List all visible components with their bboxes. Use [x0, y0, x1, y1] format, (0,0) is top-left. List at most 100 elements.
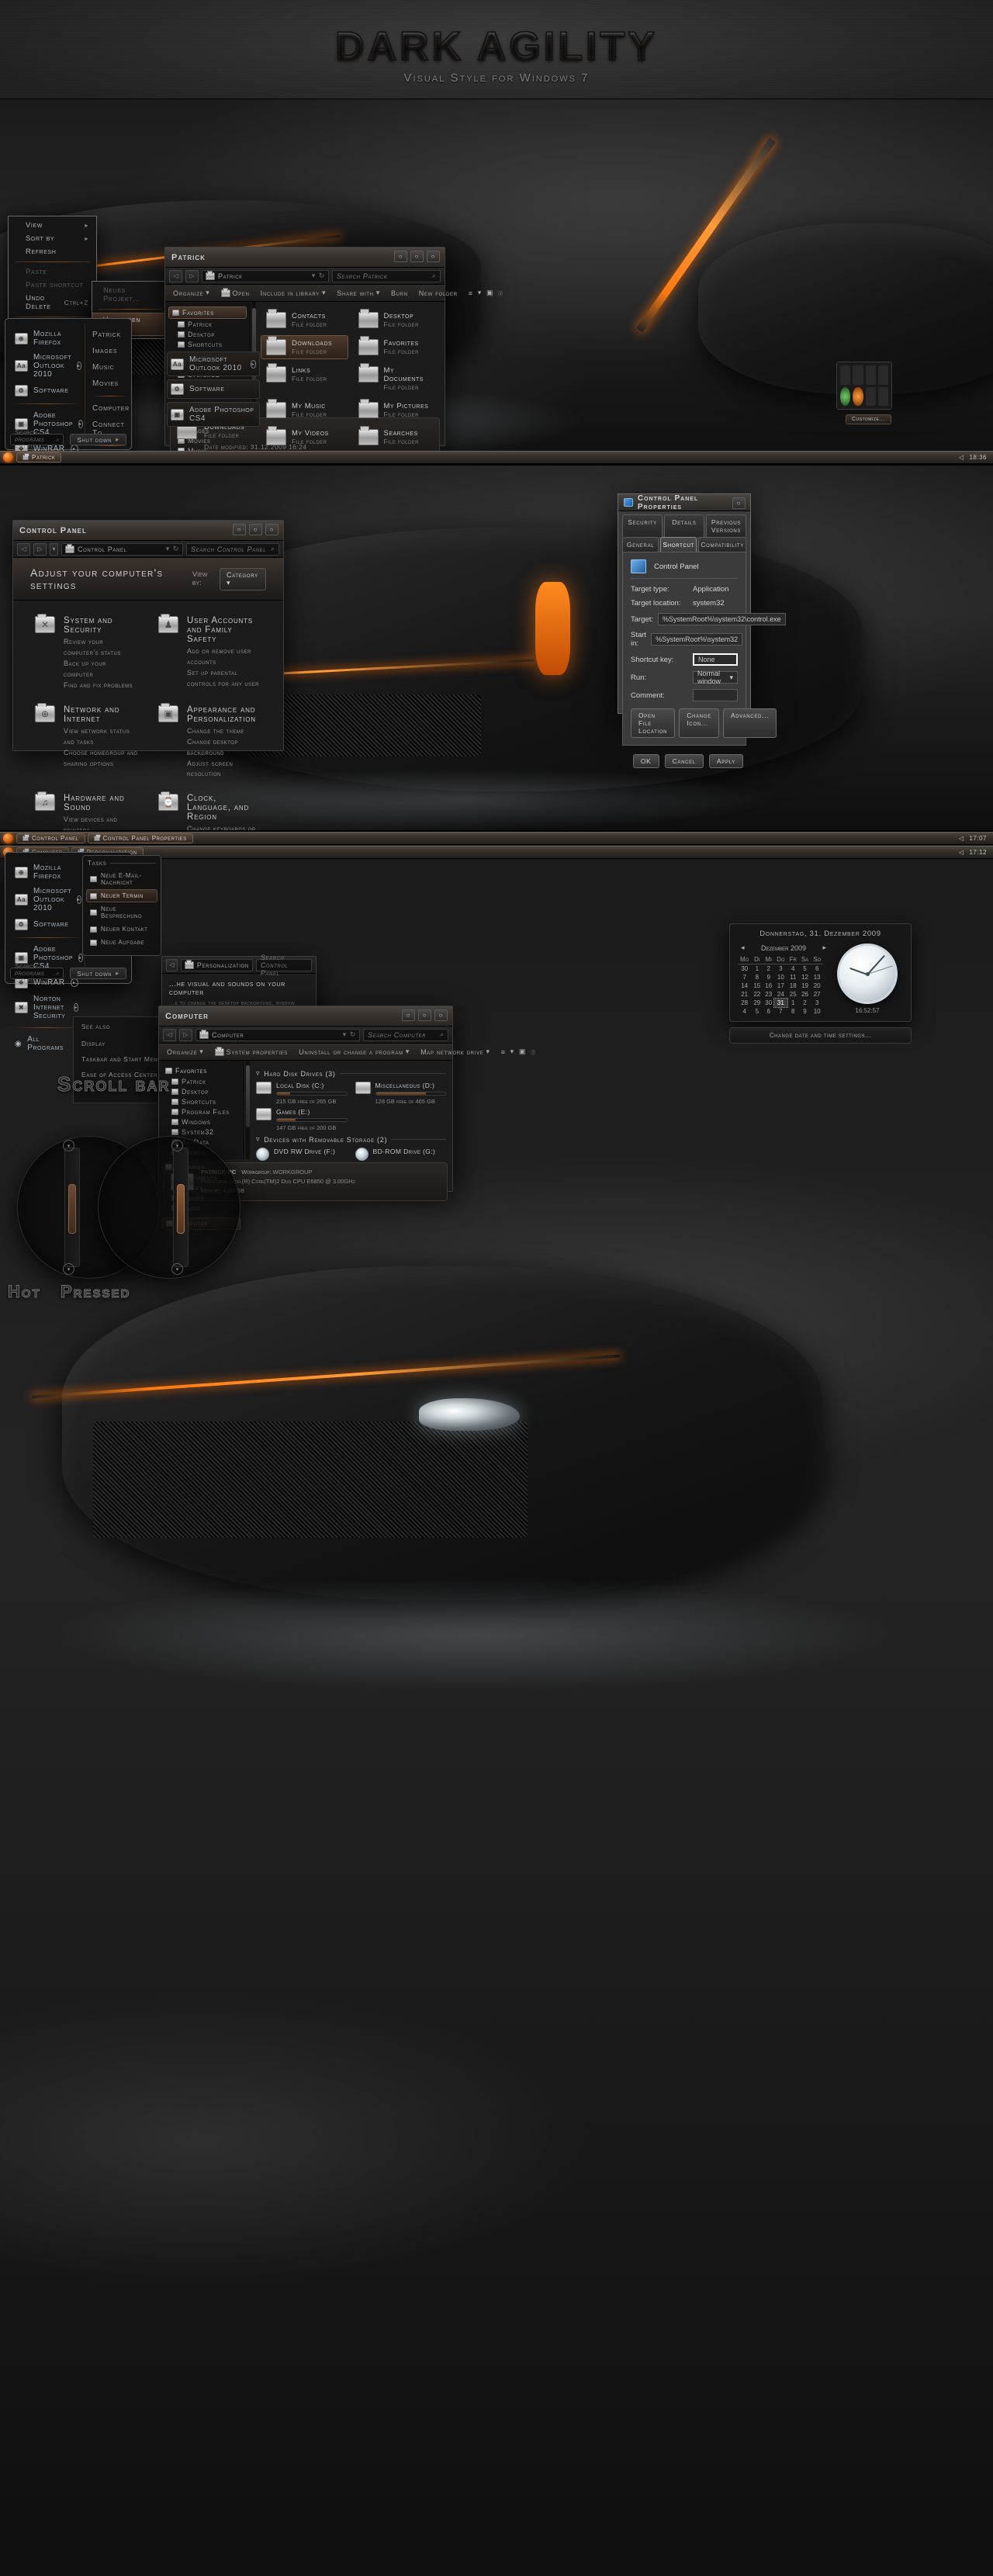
dropdown-icon[interactable]: ▾	[166, 545, 170, 553]
start-menu-app-microsoft-outlook-2010[interactable]: Aa Microsoft Outlook 2010 ▸	[12, 884, 81, 916]
category-link[interactable]: Find and fix problems	[64, 680, 138, 691]
nav-item-windows[interactable]: Windows	[162, 1117, 240, 1127]
drive-item[interactable]: Miscellaneous (D:) 128 GB free of 465 GB	[355, 1082, 446, 1105]
system-tray[interactable]: ◁ 17:07	[959, 835, 993, 842]
back-button[interactable]: ◁	[166, 958, 178, 971]
taskbar-button-control-panel-properties[interactable]: Control Panel Properties	[87, 833, 193, 843]
field-input-target-[interactable]: %SystemRoot%\system32\control.exe	[658, 613, 786, 625]
calendar-day[interactable]: 12	[799, 973, 811, 982]
category-link[interactable]: Adjust screen resolution	[187, 759, 261, 781]
close-button[interactable]: ○	[434, 1009, 448, 1021]
control-panel-category[interactable]: ♫ Hardware and Sound View devices and prin…	[35, 791, 138, 830]
nav-item-program-files[interactable]: Program Files	[162, 1106, 240, 1117]
gadget-tile[interactable]	[877, 386, 888, 406]
calendar-day[interactable]: 31	[773, 998, 788, 1008]
scrollbar-thumb-hot[interactable]	[68, 1184, 76, 1234]
drive-sections[interactable]: ▿ Hard Disk Drives (3) Local Disk (C:) 215 …	[250, 1061, 452, 1161]
context-submenu-item[interactable]: Neues Projekt...	[92, 284, 168, 306]
chevron-right-icon[interactable]: ▸	[77, 895, 81, 904]
gadget-tile[interactable]	[865, 386, 876, 406]
tasks-flyout[interactable]: Tasks Neue E-Mail-Nachricht Neuer Termin N…	[82, 855, 161, 956]
prev-month-icon[interactable]: ◂	[741, 943, 745, 952]
shutdown-button[interactable]: Shut down ▸	[70, 968, 126, 979]
taskbar-1[interactable]: Patrick ◁ 18:36	[0, 451, 993, 464]
minimize-button[interactable]: ○	[402, 1009, 415, 1021]
calendar-day[interactable]: 23	[763, 990, 774, 999]
dialog-tab-security[interactable]: Security	[622, 514, 663, 537]
calendar-day[interactable]: 11	[787, 973, 799, 982]
category-title[interactable]: Appearance and Personalization	[187, 705, 261, 724]
preview-pane-icon[interactable]: ▣	[486, 289, 493, 297]
control-panel-categories[interactable]: ✕ System and Security Review your computer…	[13, 601, 283, 830]
scrollbar-down-arrow-icon[interactable]: ▾	[63, 1263, 74, 1275]
scrollbar-hot[interactable]	[64, 1148, 80, 1267]
category-title[interactable]: Network and Internet	[64, 705, 138, 724]
toolbar-item-map-network-drive[interactable]: Map network drive ▾	[420, 1047, 490, 1056]
calendar-day[interactable]: 27	[811, 990, 823, 999]
category-title[interactable]: System and Security	[64, 616, 138, 635]
refresh-icon[interactable]: ↻	[173, 545, 179, 553]
search-input[interactable]: Search Patrick ⌕	[332, 269, 441, 282]
start-menu-programs[interactable]: ⊕ Mozilla Firefox Aa Microsoft Outlook 2010…	[10, 857, 85, 1052]
category-link[interactable]: Choose homegroup and sharing options	[64, 748, 138, 770]
category-link[interactable]: Set up parental controls for any user	[187, 668, 261, 690]
nav-item-shortcuts[interactable]: Shortcuts	[162, 1096, 240, 1106]
task-item-neuer-kontakt[interactable]: Neuer Kontakt	[86, 923, 157, 936]
toolbar-item-burn[interactable]: Burn	[391, 289, 408, 297]
start-menu-place-patrick[interactable]: Patrick	[91, 327, 130, 343]
dialog-action-buttons[interactable]: Open File Location Change Icon... Advanced…	[631, 708, 777, 738]
view-mode-icon[interactable]: ≡	[469, 289, 473, 297]
search-input[interactable]: Search Control Panel	[255, 954, 312, 977]
next-month-icon[interactable]: ▸	[822, 943, 826, 952]
explorer-toolbar[interactable]: Organize ▾ Open Include in library ▾ Share wi…	[165, 285, 503, 302]
nav-item-desktop[interactable]: Desktop	[162, 1086, 240, 1096]
history-dropdown-icon[interactable]: ▾	[50, 542, 58, 556]
gadget-gallery[interactable]	[836, 362, 892, 410]
dialog-tab-shortcut[interactable]: Shortcut	[660, 537, 697, 552]
category-link[interactable]: Review your computer's status	[64, 637, 138, 659]
calendar-day[interactable]: 6	[811, 964, 823, 974]
nav-item-patrick[interactable]: Patrick	[162, 1076, 240, 1086]
scrollbar-down-arrow-icon[interactable]: ▾	[171, 1263, 183, 1275]
address-bar[interactable]: ◁ ▷ Patrick ▾ ↻ Search Patrick ⌕	[165, 268, 445, 285]
task-item-neuer-termin[interactable]: Neuer Termin	[86, 889, 157, 902]
close-button[interactable]: ○	[265, 524, 279, 535]
start-menu-app-software[interactable]: ⚙ Software	[12, 916, 81, 933]
refresh-icon[interactable]: ↻	[319, 272, 325, 280]
clock[interactable]: 18:36	[969, 454, 987, 461]
nav-item-desktop[interactable]: Desktop	[168, 329, 247, 339]
chevron-right-icon[interactable]: ▸	[116, 969, 119, 978]
category-link[interactable]: Change desktop background	[187, 737, 261, 759]
file-item[interactable]: My Music File folder	[261, 398, 348, 422]
calendar-day[interactable]: 6	[763, 1007, 774, 1016]
file-item[interactable]: Favorites File folder	[353, 335, 441, 359]
preview-pane-icon[interactable]: ▣	[519, 1047, 526, 1056]
minimize-button[interactable]: ○	[233, 524, 246, 535]
task-item-neue-besprechung[interactable]: Neue Besprechung	[86, 902, 157, 923]
category-title[interactable]: User Accounts and Family Safety	[187, 616, 261, 644]
context-menu-item[interactable]: View ▸	[9, 219, 96, 232]
control-panel-category[interactable]: ⊕ Network and Internet View network status…	[35, 702, 138, 781]
file-item[interactable]: Downloads File folder	[261, 335, 348, 359]
calendar-day[interactable]: 18	[787, 982, 799, 990]
maximize-button[interactable]: ○	[418, 1009, 431, 1021]
clock[interactable]: 17:07	[969, 835, 987, 842]
field-input-comment-[interactable]	[693, 689, 738, 701]
tray-chevron-icon[interactable]: ◁	[959, 454, 964, 461]
file-item[interactable]: Desktop File folder	[353, 308, 441, 332]
context-menu-item[interactable]: Paste	[9, 265, 96, 279]
toolbar-view-controls[interactable]: ≡ ▾ ▣ ⓘ	[469, 289, 503, 297]
nav-item-system32[interactable]: System32	[162, 1127, 240, 1137]
taskbar-2[interactable]: Control Panel Control Panel Properties ◁…	[0, 832, 993, 845]
customize-button[interactable]: Customize...	[846, 414, 891, 424]
calendar-day[interactable]: 2	[763, 964, 774, 974]
file-item[interactable]: My Pictures File folder	[353, 398, 441, 422]
nav-item-patrick[interactable]: Patrick	[168, 319, 247, 329]
window-controls[interactable]: ○ ○ ○	[233, 524, 279, 535]
start-menu-place-music[interactable]: Music	[91, 359, 130, 376]
calendar-day[interactable]: 8	[751, 973, 763, 982]
calendar-day[interactable]: 4	[738, 1007, 751, 1016]
back-button[interactable]: ◁	[17, 542, 30, 556]
calendar-day[interactable]: 16	[763, 982, 774, 990]
start-menu[interactable]: ⊕ Mozilla Firefox Aa Microsoft Outlook 2010…	[5, 318, 132, 464]
